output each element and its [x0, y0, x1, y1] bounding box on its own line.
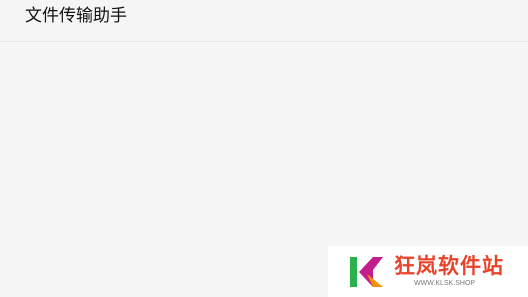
chat-window: 文件传输助手 狂岚软件站 WWW.KLSK.SHOP [0, 0, 528, 297]
watermark-url: WWW.KLSK.SHOP [414, 280, 476, 287]
watermark: 狂岚软件站 WWW.KLSK.SHOP [328, 246, 528, 297]
watermark-brand-text: 狂岚软件站 [394, 254, 504, 278]
chat-header: 文件传输助手 [0, 0, 528, 42]
logo-icon [350, 257, 383, 287]
chat-title: 文件传输助手 [25, 6, 127, 26]
